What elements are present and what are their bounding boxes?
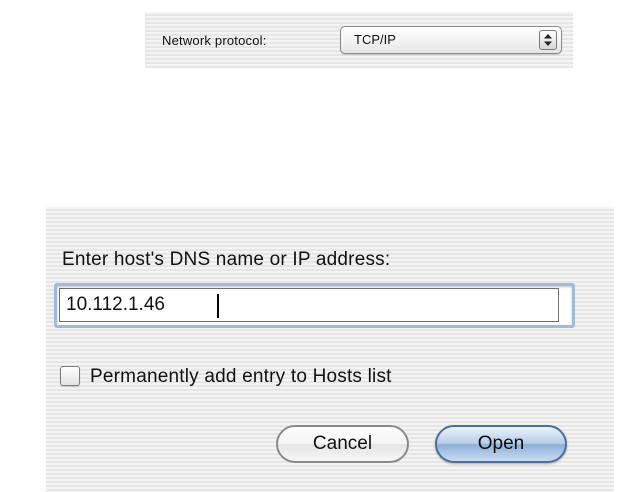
host-input-focus-ring — [54, 283, 575, 328]
network-protocol-panel: Network protocol: TCP/IP — [145, 12, 573, 68]
host-address-input[interactable] — [59, 288, 559, 322]
network-protocol-label: Network protocol: — [162, 33, 267, 48]
host-prompt-label: Enter host's DNS name or IP address: — [62, 249, 391, 270]
network-protocol-select[interactable]: TCP/IP — [340, 26, 562, 54]
text-caret — [217, 294, 219, 318]
permanent-entry-label[interactable]: Permanently add entry to Hosts list — [90, 366, 392, 388]
connect-dialog: Enter host's DNS name or IP address: Per… — [46, 207, 614, 492]
cancel-button[interactable]: Cancel — [276, 425, 409, 463]
network-protocol-value: TCP/IP — [354, 32, 396, 47]
up-down-arrows-icon — [539, 30, 557, 50]
permanent-entry-checkbox[interactable] — [60, 366, 80, 386]
open-button[interactable]: Open — [435, 425, 567, 463]
